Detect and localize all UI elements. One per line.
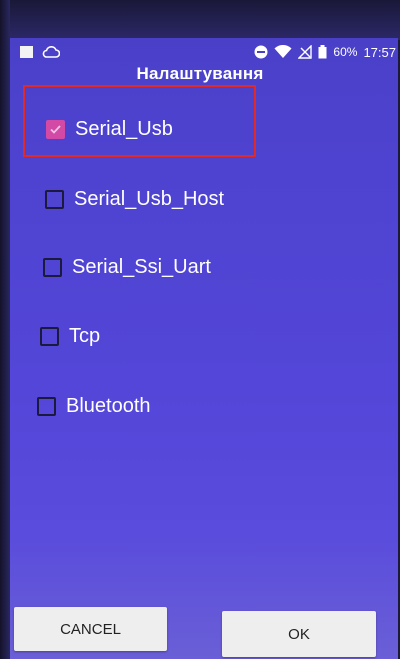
no-signal-icon [298, 45, 313, 59]
option-label: Serial_Usb [75, 118, 173, 140]
option-serial-ssi-uart[interactable]: Serial_Ssi_Uart [43, 256, 211, 279]
battery-icon [318, 45, 327, 59]
status-bar: 60% 17:57 [20, 40, 396, 64]
checkbox-icon[interactable] [40, 327, 59, 346]
option-tcp[interactable]: Tcp [40, 325, 100, 348]
option-serial-usb[interactable]: Serial_Usb [46, 118, 173, 141]
device-frame-top [0, 0, 400, 40]
ok-button[interactable]: OK [222, 611, 376, 657]
option-label: Serial_Ssi_Uart [72, 256, 211, 278]
checkbox-checked-icon[interactable] [46, 120, 65, 139]
device-frame-left [0, 0, 10, 659]
checkbox-icon[interactable] [43, 258, 62, 277]
battery-percent: 60% [333, 45, 358, 59]
wifi-icon [274, 45, 292, 59]
cloud-icon [42, 46, 60, 58]
option-serial-usb-host[interactable]: Serial_Usb_Host [45, 188, 224, 211]
option-label: Serial_Usb_Host [74, 188, 225, 210]
do-not-disturb-icon [254, 45, 268, 59]
checkbox-icon[interactable] [37, 397, 56, 416]
cancel-button[interactable]: CANCEL [14, 607, 167, 651]
option-label: Bluetooth [66, 395, 151, 417]
dialog-title: Налаштування [136, 64, 264, 83]
clock: 17:57 [363, 44, 396, 60]
checkbox-icon[interactable] [45, 190, 64, 209]
option-bluetooth[interactable]: Bluetooth [37, 395, 151, 418]
notification-square-icon [20, 46, 33, 58]
option-label: Tcp [69, 325, 101, 347]
